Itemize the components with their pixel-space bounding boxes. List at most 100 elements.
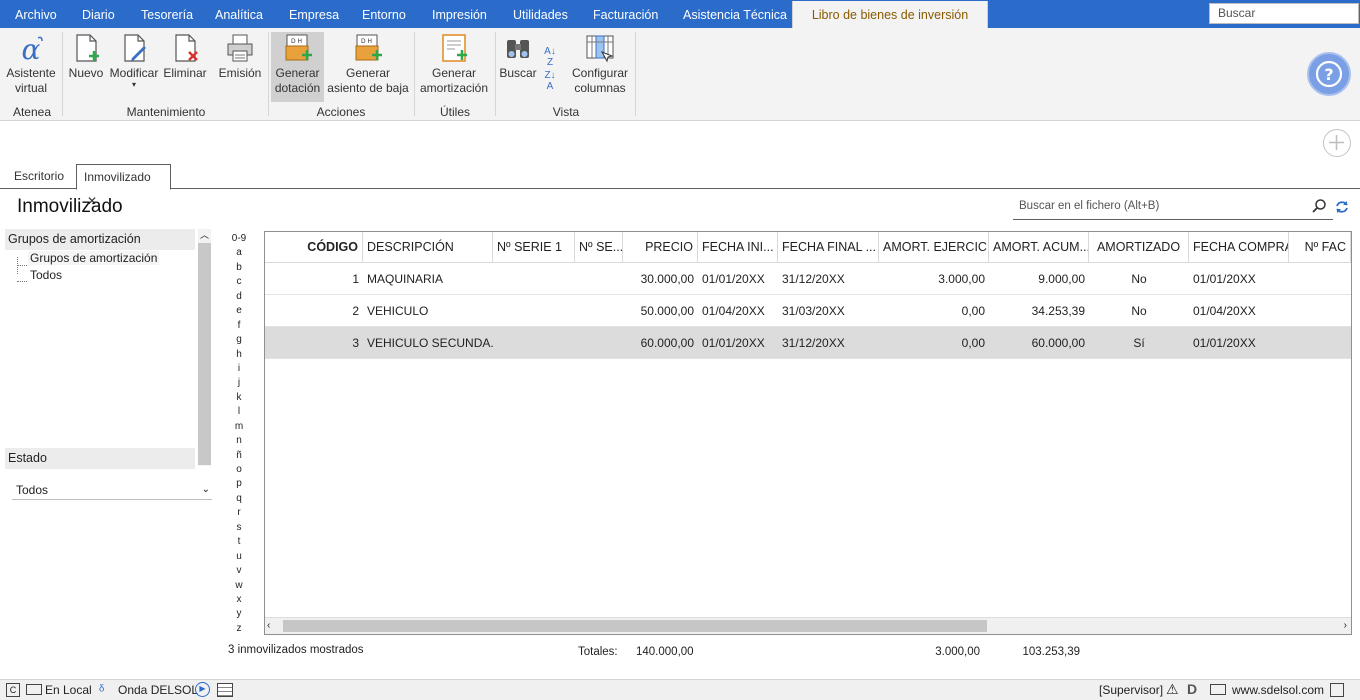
chevron-right-icon[interactable]: › <box>1344 620 1347 632</box>
column-header-serie1[interactable]: Nº SERIE 1 <box>493 232 575 263</box>
connection-icon[interactable]: C <box>6 683 20 697</box>
alpha-index-item[interactable]: q <box>229 492 249 506</box>
column-header-amortizado[interactable]: AMORTIZADO <box>1089 232 1189 263</box>
column-header-amort-acumulada[interactable]: AMORT. ACUM... <box>989 232 1089 263</box>
global-search-input[interactable]: Buscar <box>1209 3 1359 24</box>
delsol-logo-icon[interactable]: D <box>1187 681 1197 697</box>
alpha-index-item[interactable]: o <box>229 463 249 477</box>
alpha-index-item[interactable]: p <box>229 477 249 491</box>
menu-archivo[interactable]: Archivo <box>15 0 57 28</box>
ribbon: α Asistente virtual Atenea Nuevo Modific… <box>0 28 1360 121</box>
warning-icon[interactable]: ⚠ <box>1166 681 1179 697</box>
alpha-index-item[interactable]: t <box>229 535 249 549</box>
column-header-fecha-compra[interactable]: FECHA COMPRA <box>1189 232 1289 263</box>
groups-scrollbar[interactable]: ︿ <box>198 229 211 466</box>
menu-tesoreria[interactable]: Tesorería <box>141 0 193 28</box>
sort-ascending-icon[interactable]: A↓ Z <box>540 46 560 68</box>
alpha-index-item[interactable]: i <box>229 362 249 376</box>
window-icon[interactable] <box>1330 683 1344 697</box>
alpha-index-item[interactable]: j <box>229 376 249 390</box>
tree-item-grupos[interactable]: Grupos de amortización <box>28 251 160 265</box>
alpha-index-item[interactable]: u <box>229 550 249 564</box>
nuevo-button[interactable]: Nuevo <box>67 32 105 81</box>
total-amort-ejercicio: 3.000,00 <box>935 646 980 658</box>
buscar-button[interactable]: Buscar <box>499 32 537 81</box>
menu-analitica[interactable]: Analítica <box>215 0 263 28</box>
grid-view-icon[interactable] <box>217 683 233 697</box>
menu-impresion[interactable]: Impresión <box>432 0 487 28</box>
onda-label[interactable]: Onda DELSOL <box>118 683 198 697</box>
emision-button[interactable]: Emisión <box>216 32 264 81</box>
table-row[interactable]: 3 VEHICULO SECUNDA... 60.000,00 01/01/20XX 3… <box>265 327 1351 359</box>
alpha-index-item[interactable]: y <box>229 607 249 621</box>
cell-fecha-final: 31/03/20XX <box>782 304 845 318</box>
sort-descending-icon[interactable]: Z↓ A <box>540 70 560 92</box>
cell-fecha-inicio: 01/01/20XX <box>702 272 765 286</box>
alpha-index-item[interactable]: e <box>229 304 249 318</box>
alpha-index-item[interactable]: c <box>229 275 249 289</box>
alpha-index-item[interactable]: ñ <box>229 449 249 463</box>
column-header-precio[interactable]: PRECIO <box>623 232 698 263</box>
menu-asistencia-tecnica[interactable]: Asistencia Técnica <box>683 0 787 28</box>
menu-empresa[interactable]: Empresa <box>289 0 339 28</box>
configurar-columnas-button[interactable]: Configurar columnas <box>569 32 631 96</box>
column-header-serie2[interactable]: Nº SE... <box>575 232 623 263</box>
column-header-descripcion[interactable]: DESCRIPCIÓN <box>363 232 493 263</box>
menu-libro-bienes-inversion[interactable]: Libro de bienes de inversión <box>792 1 988 28</box>
generar-amortizacion-button[interactable]: Generar amortización <box>418 32 490 96</box>
tab-inmovilizado[interactable]: Inmovilizado ✕ <box>76 164 171 208</box>
help-button[interactable]: ? <box>1307 52 1351 96</box>
column-header-codigo[interactable]: CÓDIGO <box>265 232 363 263</box>
chevron-left-icon[interactable]: ‹ <box>267 620 270 632</box>
tab-escritorio[interactable]: Escritorio <box>7 164 71 189</box>
menu-diario[interactable]: Diario <box>82 0 115 28</box>
scrollbar-thumb[interactable] <box>283 620 987 632</box>
menu-facturacion[interactable]: Facturación <box>593 0 658 28</box>
alpha-index-item[interactable]: 0-9 <box>229 232 249 246</box>
horizontal-scrollbar[interactable]: ‹ › <box>265 617 1351 634</box>
asistente-virtual-button[interactable]: α Asistente virtual <box>4 32 58 96</box>
eliminar-button[interactable]: Eliminar <box>162 32 208 81</box>
play-icon[interactable]: ▶ <box>195 682 210 697</box>
chevron-up-icon[interactable]: ︿ <box>198 229 211 241</box>
alpha-index-item[interactable]: b <box>229 261 249 275</box>
table-row[interactable]: 1 MAQUINARIA 30.000,00 01/01/20XX 31/12/20XX… <box>265 263 1351 295</box>
estado-select[interactable]: Todos ⌄ <box>12 480 212 500</box>
menu-utilidades[interactable]: Utilidades <box>513 0 568 28</box>
tree-item-todos[interactable]: Todos <box>28 268 64 282</box>
search-icon[interactable] <box>1311 198 1327 214</box>
alpha-index-item[interactable]: h <box>229 348 249 362</box>
alpha-index-item[interactable]: w <box>229 579 249 593</box>
local-label[interactable]: En Local <box>45 683 92 697</box>
generate-dotation-icon: D H <box>285 34 312 61</box>
refresh-icon[interactable] <box>1334 199 1350 215</box>
group-separator <box>635 32 636 116</box>
alpha-index-item[interactable]: k <box>229 391 249 405</box>
generar-dotacion-button[interactable]: D H Generar dotación <box>271 32 324 102</box>
alpha-index-item[interactable]: l <box>229 405 249 419</box>
table-row[interactable]: 2 VEHICULO 50.000,00 01/04/20XX 31/03/20XX 0,… <box>265 295 1351 327</box>
alpha-index-item[interactable]: f <box>229 319 249 333</box>
alpha-index-item[interactable]: g <box>229 333 249 347</box>
column-header-fecha-inicio[interactable]: FECHA INI... <box>698 232 778 263</box>
alpha-index-item[interactable]: z <box>229 622 249 636</box>
alpha-index-item[interactable]: s <box>229 521 249 535</box>
alpha-index-item[interactable]: d <box>229 290 249 304</box>
alpha-index-item[interactable]: a <box>229 246 249 260</box>
generar-asiento-baja-button[interactable]: D H Generar asiento de baja <box>326 32 410 96</box>
column-header-fecha-final[interactable]: FECHA FINAL ... <box>778 232 879 263</box>
modificar-button[interactable]: Modificar ▾ <box>108 32 160 89</box>
alpha-index-item[interactable]: v <box>229 564 249 578</box>
scrollbar-thumb[interactable] <box>198 243 211 465</box>
menu-entorno[interactable]: Entorno <box>362 0 406 28</box>
alpha-index-item[interactable]: m <box>229 420 249 434</box>
add-tab-button[interactable] <box>1323 129 1351 157</box>
alpha-index-item[interactable]: x <box>229 593 249 607</box>
column-header-amort-ejercicio[interactable]: AMORT. EJERCICIO <box>879 232 989 263</box>
column-header-num-factura[interactable]: Nº FAC <box>1289 232 1351 263</box>
file-search-input[interactable]: Buscar en el fichero (Alt+B) <box>1013 194 1333 220</box>
website-link[interactable]: www.sdelsol.com <box>1232 683 1324 697</box>
alpha-index-item[interactable]: n <box>229 434 249 448</box>
mail-icon[interactable] <box>1210 684 1226 695</box>
alpha-index-item[interactable]: r <box>229 506 249 520</box>
